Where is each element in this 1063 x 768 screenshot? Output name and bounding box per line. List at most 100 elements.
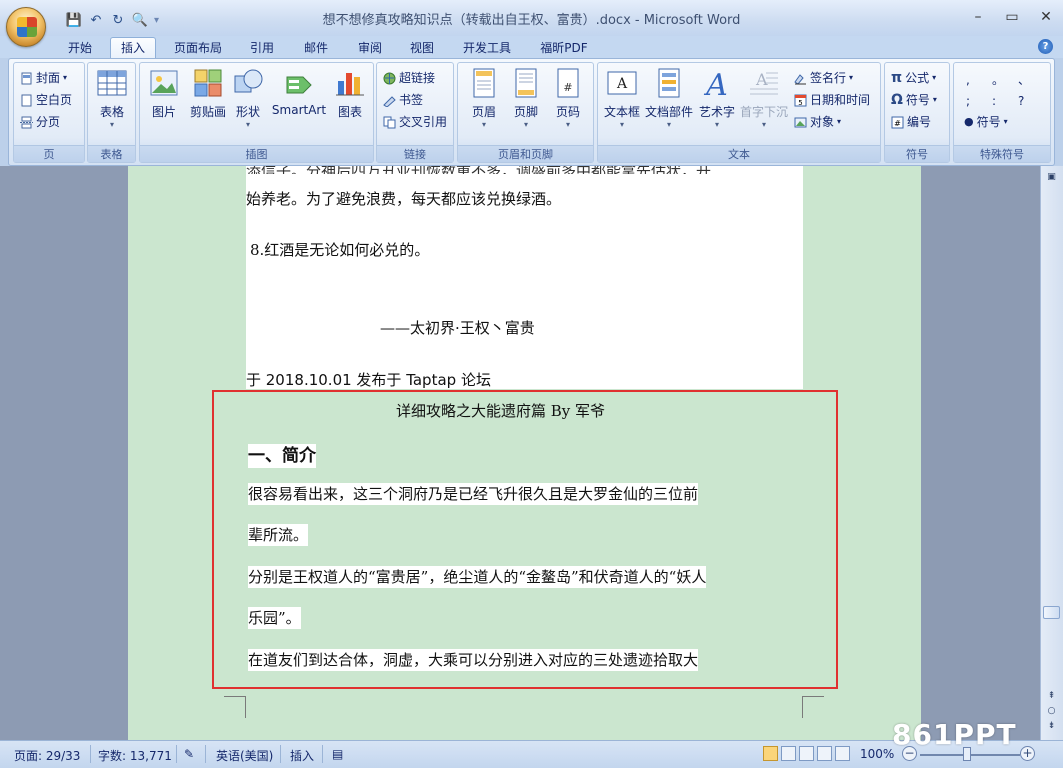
browse-object-icon[interactable]: ○ (1043, 706, 1060, 720)
date-time-button[interactable]: 5 日期和时间 (794, 91, 870, 109)
word-count-status[interactable]: 字数: 13,771 (98, 747, 172, 764)
clip-art-button[interactable]: 剪贴画 (188, 67, 228, 120)
maximize-button[interactable]: ▭ (995, 0, 1029, 34)
status-divider (176, 745, 177, 763)
tab-mailings[interactable]: 邮件 (294, 38, 338, 58)
signature-line-button[interactable]: 签名行 ▾ (794, 69, 853, 87)
omega-icon: Ω (891, 92, 903, 108)
outline-view-icon[interactable] (817, 746, 832, 761)
chart-icon (334, 67, 366, 99)
print-layout-view-icon[interactable] (763, 746, 778, 761)
tab-references[interactable]: 引用 (240, 38, 284, 58)
next-page-icon[interactable]: ⇟ (1043, 721, 1060, 735)
title-bar: 💾 ↶ ↻ 🔍 ▾ 想不想修真攻略知识点（转载出自王权、富贵）.docx - M… (0, 0, 1063, 47)
table-button[interactable]: 表格 ▾ (96, 67, 128, 129)
chart-button[interactable]: 图表 (334, 67, 366, 120)
tab-view[interactable]: 视图 (400, 38, 444, 58)
tab-page-layout[interactable]: 页面布局 (166, 38, 230, 58)
page-break-label: 分页 (36, 115, 61, 129)
special-char-period[interactable]: 。 (992, 71, 1004, 89)
tab-developer[interactable]: 开发工具 (455, 38, 519, 58)
zoom-level[interactable]: 100% (860, 747, 894, 761)
page-count-status[interactable]: 页面: 29/33 (14, 747, 80, 764)
object-label: 对象 (810, 115, 835, 129)
bookmark-button[interactable]: 书签 (383, 91, 423, 109)
special-char-comma[interactable]: , (966, 71, 970, 89)
table-icon (96, 67, 128, 99)
smartart-button[interactable]: SmartArt (270, 67, 328, 117)
special-char-question[interactable]: ? (1018, 92, 1024, 110)
special-char-enum-comma[interactable]: 、 (1018, 71, 1030, 89)
group-label-links: 链接 (377, 145, 453, 162)
office-button[interactable] (6, 7, 46, 47)
page-number-label: 页码 (555, 105, 580, 119)
tab-insert[interactable]: 插入 (110, 37, 156, 59)
help-icon[interactable]: ? (1038, 39, 1053, 54)
object-icon (794, 116, 807, 129)
special-symbol-label: 符号 (976, 115, 1001, 129)
group-label-special-symbols: 特殊符号 (954, 145, 1050, 162)
insert-mode-status[interactable]: 插入 (290, 747, 314, 764)
drop-cap-button[interactable]: A 首字下沉 ▾ (738, 67, 790, 129)
special-symbol-button[interactable]: ● 符号 ▾ (964, 113, 1008, 131)
language-status[interactable]: 英语(美国) (216, 747, 273, 764)
quick-parts-button[interactable]: 文档部件 ▾ (644, 67, 694, 129)
macro-record-icon[interactable]: ▤ (332, 747, 343, 761)
tab-review[interactable]: 审阅 (348, 38, 392, 58)
scrollbar-thumb[interactable] (1043, 606, 1060, 619)
ruler-toggle-icon[interactable]: ▣ (1043, 172, 1060, 186)
equation-button[interactable]: π 公式 ▾ (891, 69, 936, 87)
header-icon (468, 67, 500, 99)
footer-label: 页脚 (513, 105, 538, 119)
zoom-in-icon[interactable]: + (1020, 746, 1035, 761)
cross-reference-button[interactable]: 交叉引用 (383, 113, 447, 131)
text-box-button[interactable]: A 文本框 ▾ (602, 67, 642, 129)
numbering-button[interactable]: # 编号 (891, 113, 931, 131)
text-box-icon: A (606, 67, 638, 99)
tab-home[interactable]: 开始 (58, 38, 102, 58)
cover-page-icon (20, 72, 33, 85)
doc-line-cut: 添信子。分神后四万丑亚刊恢数重不多，调盛前多中都能拿先估状，开 (246, 166, 711, 174)
header-label: 页眉 (471, 105, 496, 119)
picture-icon (148, 67, 180, 99)
close-button[interactable]: ✕ (1029, 0, 1063, 34)
draft-view-icon[interactable] (835, 746, 850, 761)
group-table: 表格 ▾ 表格 (87, 62, 136, 163)
minimize-button[interactable]: – (961, 0, 995, 34)
bullet-icon: ● (964, 115, 974, 128)
wordart-button[interactable]: A 艺术字 ▾ (698, 67, 736, 129)
page-break-button[interactable]: 分页 (20, 113, 60, 131)
web-layout-view-icon[interactable] (799, 746, 814, 761)
drop-cap-icon: A (748, 67, 780, 99)
shapes-icon (232, 67, 264, 99)
header-button[interactable]: 页眉 ▾ (468, 67, 500, 129)
shapes-button[interactable]: 形状 ▾ (232, 67, 264, 129)
picture-button[interactable]: 图片 (148, 67, 180, 120)
previous-page-icon[interactable]: ⇞ (1043, 691, 1060, 705)
proofing-icon[interactable]: ✎ (184, 747, 194, 761)
footer-button[interactable]: 页脚 ▾ (510, 67, 542, 129)
bookmark-icon (383, 94, 396, 108)
special-char-semicolon[interactable]: ; (966, 92, 970, 110)
tab-foxit-pdf[interactable]: 福昕PDF (532, 38, 596, 58)
smartart-label: SmartArt (271, 103, 327, 117)
page-number-button[interactable]: # 页码 ▾ (552, 67, 584, 129)
vertical-scrollbar[interactable]: ▣ ⇞ ○ ⇟ (1040, 166, 1063, 740)
hyperlink-button[interactable]: 超链接 (383, 69, 435, 87)
document-workspace: 添信子。分神后四万丑亚刊恢数重不多，调盛前多中都能拿先估状，开 始养老。为了避免… (0, 166, 1040, 740)
cross-reference-label: 交叉引用 (399, 115, 448, 129)
full-screen-reading-view-icon[interactable] (781, 746, 796, 761)
signature-line-icon (794, 72, 807, 85)
document-page[interactable]: 添信子。分神后四万丑亚刊恢数重不多，调盛前多中都能拿先估状，开 始养老。为了避免… (128, 166, 921, 740)
cover-page-button[interactable]: 封面 ▾ (20, 69, 67, 87)
margin-corner-right (802, 696, 824, 718)
wordart-icon: A (701, 67, 733, 103)
special-char-colon[interactable]: : (992, 92, 996, 110)
group-illustrations: 图片 剪贴画 形状 ▾ SmartArt 图表 插图 (139, 62, 374, 163)
blank-page-button[interactable]: 空白页 (20, 91, 72, 109)
drop-cap-label: 首字下沉 (739, 105, 788, 119)
svg-text:#: # (894, 119, 901, 128)
symbol-button[interactable]: Ω 符号 ▾ (891, 91, 937, 109)
object-button[interactable]: 对象 ▾ (794, 113, 841, 131)
blank-page-icon (20, 94, 33, 107)
